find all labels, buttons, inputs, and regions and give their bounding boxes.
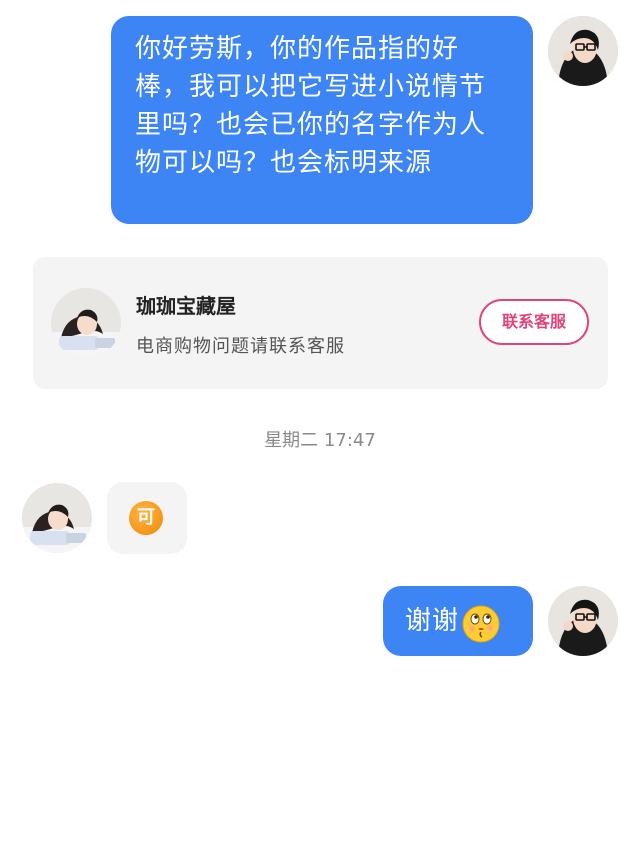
self-avatar[interactable] bbox=[548, 16, 618, 86]
kissing-face-emoji-icon bbox=[461, 601, 501, 643]
shop-avatar[interactable] bbox=[51, 288, 121, 358]
message-text: 你好劳斯，你的作品指的好棒，我可以把它写进小说情节里吗？也会已你的名字作为人物可… bbox=[135, 34, 487, 178]
outgoing-message-bubble[interactable]: 谢谢 bbox=[383, 586, 533, 656]
incoming-message-bubble[interactable]: 可 bbox=[107, 482, 187, 554]
self-avatar[interactable] bbox=[548, 586, 618, 656]
contact-service-button[interactable]: 联系客服 bbox=[479, 299, 589, 345]
outgoing-message-bubble[interactable]: 你好劳斯，你的作品指的好棒，我可以把它写进小说情节里吗？也会已你的名字作为人物可… bbox=[111, 16, 533, 224]
shop-subtitle: 电商购物问题请联系客服 bbox=[136, 336, 345, 357]
shop-card[interactable]: 珈珈宝藏屋 电商购物问题请联系客服 联系客服 bbox=[33, 257, 608, 389]
ok-badge-icon: 可 bbox=[129, 501, 163, 535]
shop-avatar[interactable] bbox=[22, 483, 92, 553]
message-text: 谢谢 bbox=[405, 606, 460, 636]
message-timestamp: 星期二 17:47 bbox=[264, 430, 376, 451]
shop-name: 珈珈宝藏屋 bbox=[136, 294, 236, 318]
